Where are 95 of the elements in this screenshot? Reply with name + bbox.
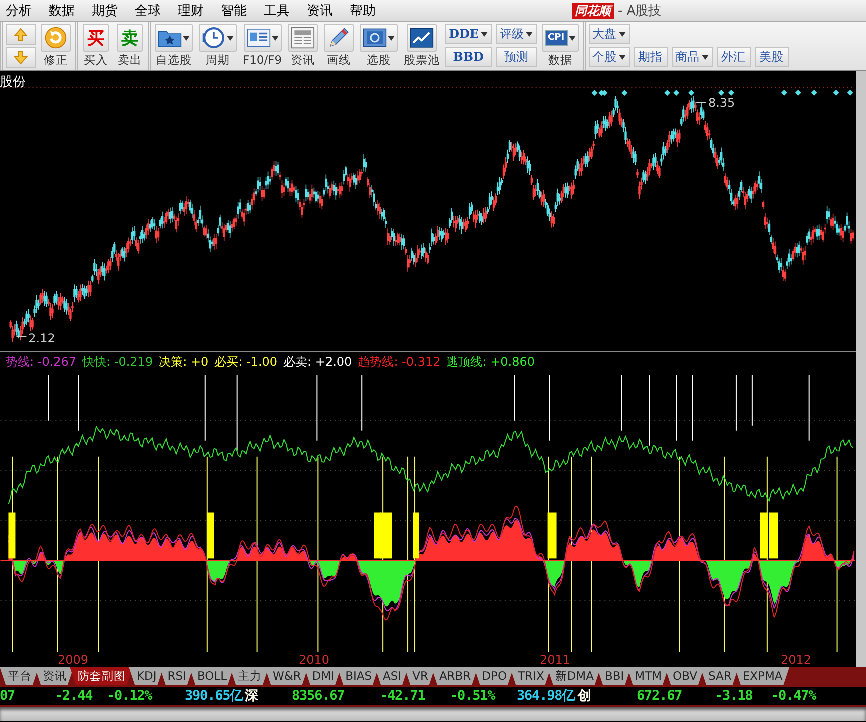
- indicator-tab[interactable]: 资讯: [35, 667, 74, 685]
- refresh-icon: [44, 26, 68, 50]
- caret-icon: [272, 36, 279, 40]
- toolbar-button[interactable]: 美股: [754, 47, 789, 67]
- clock-icon: [202, 26, 226, 50]
- year-label: 2012: [781, 653, 813, 667]
- caret-icon: [526, 32, 534, 36]
- up-arrow-icon: [14, 28, 28, 42]
- quote-value: -0.51%: [450, 688, 496, 704]
- indicator-tab[interactable]: RSI: [160, 667, 194, 685]
- price-label: 2.12: [28, 332, 56, 346]
- indicator-tab[interactable]: KDJ: [129, 667, 164, 685]
- indicator-tab[interactable]: BOLL: [189, 667, 234, 685]
- indicator-tab[interactable]: OBV: [665, 667, 704, 685]
- indicator-tab[interactable]: W&R: [265, 667, 308, 685]
- caret-icon: [618, 32, 626, 36]
- indicator-value: 快快: -0.219: [82, 354, 154, 371]
- monitor-icon: [363, 26, 388, 50]
- caret-icon: [227, 36, 234, 40]
- indicator-value: 势线: -0.267: [6, 354, 77, 371]
- menu-item[interactable]: 理财: [172, 2, 213, 20]
- down-arrow-icon: [14, 50, 28, 64]
- toolbar-button[interactable]: DDE: [445, 24, 492, 44]
- document-icon: [246, 27, 271, 49]
- caret-icon: [702, 54, 709, 60]
- caret-icon: [618, 54, 626, 60]
- quote-value: 8356.67: [292, 688, 345, 704]
- newspaper-icon: [291, 26, 316, 50]
- window-title: - A股技: [618, 3, 662, 20]
- indicator-tab[interactable]: BIAS: [338, 667, 380, 685]
- indicator-tab[interactable]: DMI: [304, 667, 342, 685]
- leader-line: [696, 102, 708, 104]
- trade-glyph: 卖: [122, 28, 138, 50]
- price-label: 8.35: [708, 96, 736, 110]
- toolbar-button[interactable]: 期指: [634, 47, 668, 67]
- caret-icon: [568, 36, 576, 40]
- leader-line: [16, 336, 28, 338]
- menu-item[interactable]: 数据: [43, 2, 84, 20]
- arrow-button[interactable]: [6, 24, 36, 45]
- quote-value: -42.71: [380, 688, 426, 704]
- toolbar-button[interactable]: 个股: [588, 47, 630, 67]
- turnover-value: 390.65亿: [185, 687, 244, 705]
- indicator-value: 逃顶线: +0.860: [446, 354, 535, 371]
- year-label: 2009: [58, 653, 90, 667]
- indicator-tab[interactable]: TRIX: [510, 667, 552, 685]
- indicator-value: 决策: +0: [159, 354, 209, 371]
- market-label: 深: [245, 687, 258, 705]
- quote-value: 07: [0, 688, 16, 704]
- chart-icon: [410, 26, 434, 50]
- indicator-tab[interactable]: 平台: [0, 667, 39, 685]
- indicator-value: 必买: -1.00: [214, 354, 278, 371]
- indicator-tab[interactable]: VR: [404, 667, 436, 685]
- caret-icon: [388, 36, 396, 40]
- indicator-tab[interactable]: MTM: [627, 667, 670, 685]
- indicator-value: 趋势线: -0.312: [358, 354, 441, 371]
- toolbar-button[interactable]: 评级: [496, 24, 538, 44]
- indicator-tab[interactable]: SAR: [700, 667, 739, 685]
- pencil-icon: [327, 26, 352, 50]
- menu-item[interactable]: 期货: [86, 2, 127, 20]
- quote-value: -0.12%: [107, 688, 152, 704]
- indicator-value: 必卖: +2.00: [284, 354, 352, 371]
- menu-item[interactable]: 智能: [215, 2, 256, 20]
- year-label: 2011: [540, 653, 572, 667]
- indicator-tab[interactable]: DPO: [474, 667, 514, 685]
- toolbar-button[interactable]: 大盘: [588, 24, 630, 44]
- market-label: 创: [578, 687, 592, 705]
- toolbar-button[interactable]: BBD: [445, 47, 492, 67]
- menu-item[interactable]: 分析: [0, 2, 41, 20]
- toolbar-button[interactable]: 商品: [672, 47, 713, 67]
- caret-icon: [481, 32, 488, 36]
- indicator-tab[interactable]: ARBR: [431, 667, 478, 685]
- menu-item[interactable]: 帮助: [344, 2, 385, 20]
- turnover-value: 364.98亿: [517, 687, 576, 705]
- cpi-icon: CPI: [545, 30, 568, 46]
- trade-glyph: 买: [88, 28, 104, 50]
- arrow-button[interactable]: [6, 47, 36, 68]
- indicator-tab[interactable]: 新DMA: [547, 667, 601, 685]
- stock-name: 股份: [0, 74, 26, 91]
- year-label: 2010: [299, 653, 331, 667]
- caret-icon: [183, 36, 190, 40]
- quote-value: -3.18: [715, 688, 753, 704]
- quote-value: -2.44: [55, 688, 93, 704]
- toolbar-button[interactable]: 预测: [496, 47, 538, 67]
- quote-value: -0.47%: [771, 688, 816, 704]
- indicator-tab[interactable]: 防套副图: [70, 667, 133, 685]
- indicator-tab[interactable]: BBI: [596, 667, 632, 685]
- app-logo: 同花顺: [572, 3, 614, 19]
- quote-value: 672.67: [637, 688, 682, 704]
- indicator-tab[interactable]: 主力: [230, 667, 270, 685]
- toolbar-button[interactable]: 外汇: [716, 47, 751, 67]
- menu-item[interactable]: 资讯: [301, 2, 342, 20]
- menu-item[interactable]: 全球: [129, 2, 170, 20]
- indicator-tab[interactable]: ASI: [375, 667, 409, 685]
- menu-item[interactable]: 工具: [258, 2, 299, 20]
- indicator-tab[interactable]: EXPMA: [734, 667, 790, 685]
